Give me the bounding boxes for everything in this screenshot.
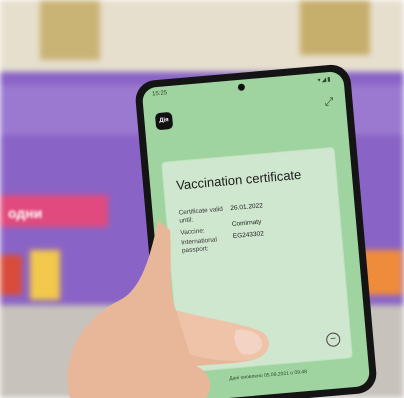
vaccination-certificate-card[interactable]: Vaccination certificate Certificate vali… [162,147,352,373]
collapse-icon[interactable]: − [325,332,341,348]
valid-until-value: 26.01.2022 [230,202,264,213]
passport-label: International passport: [180,236,218,254]
status-time: 15:25 [151,90,168,98]
smartphone: 15:25 ▾◢▮ Дія ⤢ Vaccination certificate … [134,63,378,398]
store-sign-text: одни [8,205,43,221]
phone-screen: 15:25 ▾◢▮ Дія ⤢ Vaccination certificate … [141,70,371,398]
expand-icon[interactable]: ⤢ [324,96,334,110]
photo-scene: одни 15:25 ▾◢▮ Дія ⤢ Vaccination certifi… [0,0,404,398]
vaccine-value: Comirnaty [231,218,262,229]
passport-value: EG243302 [232,230,265,241]
camera-icon [237,83,246,91]
diia-logo: Дія [154,111,174,131]
valid-until-label: Certificate valid until: [178,205,224,225]
certificate-title: Vaccination certificate [175,166,302,193]
status-bar-icons: ▾◢▮ [317,76,332,85]
